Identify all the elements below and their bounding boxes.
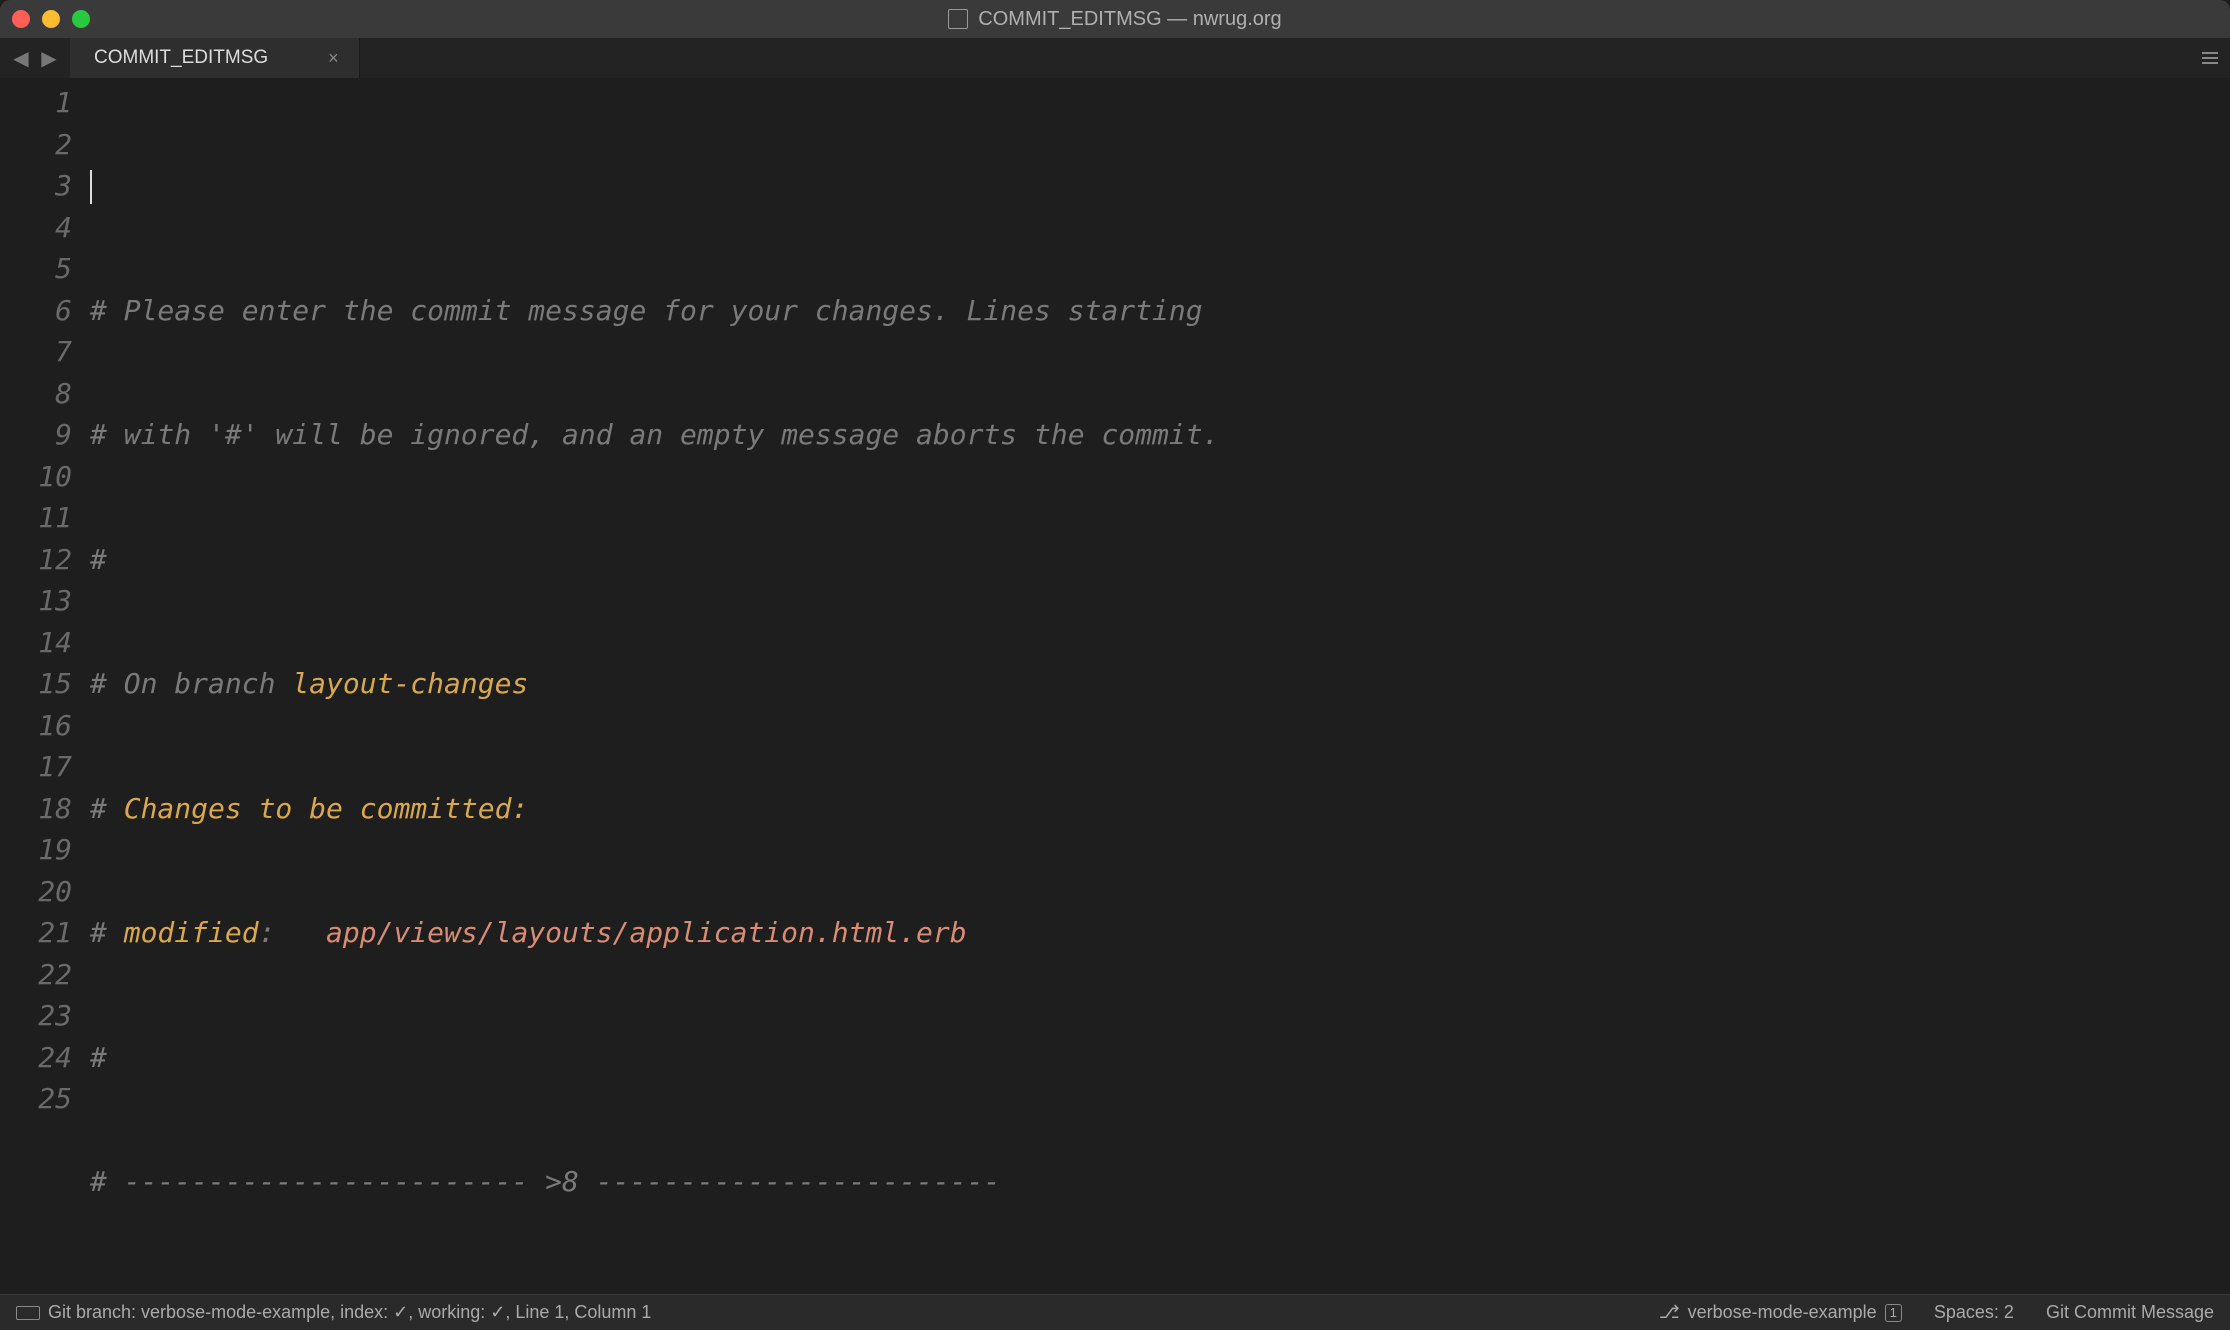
line-number: 22: [0, 954, 72, 996]
window-title-text: COMMIT_EDITMSG — nwrug.org: [978, 8, 1281, 31]
line-number: 19: [0, 829, 72, 871]
status-branch[interactable]: ⎇ verbose-mode-example 1: [1659, 1302, 1902, 1323]
line-number: 15: [0, 663, 72, 705]
window-title: COMMIT_EDITMSG — nwrug.org: [0, 8, 2230, 31]
line-number: 9: [0, 414, 72, 456]
tab-navigation: ◀ ▶: [0, 38, 70, 78]
tab-label: COMMIT_EDITMSG: [94, 47, 268, 69]
status-left: Git branch: verbose-mode-example, index:…: [16, 1302, 1659, 1323]
status-syntax[interactable]: Git Commit Message: [2046, 1302, 2214, 1323]
line-number: 18: [0, 788, 72, 830]
hamburger-icon: [2202, 52, 2218, 64]
line-number: 8: [0, 373, 72, 415]
minimize-button[interactable]: [42, 10, 60, 28]
line-number: 14: [0, 622, 72, 664]
panel-icon[interactable]: [16, 1306, 40, 1320]
line-number: 11: [0, 497, 72, 539]
code-line: # ------------------------ >8 ----------…: [90, 1161, 2230, 1203]
code-line: #: [90, 539, 2230, 581]
tab-menu-button[interactable]: [2190, 38, 2230, 78]
code-line: [90, 165, 2230, 207]
status-bar: Git branch: verbose-mode-example, index:…: [0, 1294, 2230, 1330]
line-number: 21: [0, 912, 72, 954]
line-number: 16: [0, 705, 72, 747]
window-titlebar: COMMIT_EDITMSG — nwrug.org: [0, 0, 2230, 38]
line-number: 20: [0, 871, 72, 913]
tab-commit-editmsg[interactable]: COMMIT_EDITMSG ×: [70, 38, 360, 78]
code-line: # Please enter the commit message for yo…: [90, 290, 2230, 332]
status-git-info[interactable]: Git branch: verbose-mode-example, index:…: [48, 1302, 651, 1323]
text-cursor: [90, 170, 92, 204]
line-number: 12: [0, 539, 72, 581]
line-gutter: 1 2 3 4 5 6 7 8 9 10 11 12 13 14 15 16 1…: [0, 78, 90, 1294]
line-number: 2: [0, 124, 72, 166]
line-number: 5: [0, 248, 72, 290]
code-area[interactable]: # Please enter the commit message for yo…: [90, 78, 2230, 1294]
line-number: 10: [0, 456, 72, 498]
line-number: 4: [0, 207, 72, 249]
tab-bar: ◀ ▶ COMMIT_EDITMSG ×: [0, 38, 2230, 78]
maximize-button[interactable]: [72, 10, 90, 28]
line-number: 6: [0, 290, 72, 332]
code-line: # with '#' will be ignored, and an empty…: [90, 414, 2230, 456]
editor[interactable]: 1 2 3 4 5 6 7 8 9 10 11 12 13 14 15 16 1…: [0, 78, 2230, 1294]
status-right: ⎇ verbose-mode-example 1 Spaces: 2 Git C…: [1659, 1302, 2214, 1323]
code-line: # On branch layout-changes: [90, 663, 2230, 705]
line-number: 13: [0, 580, 72, 622]
code-line: #: [90, 1037, 2230, 1079]
code-line: # modified: app/views/layouts/applicatio…: [90, 912, 2230, 954]
line-number: 25: [0, 1078, 72, 1120]
status-branch-name: verbose-mode-example: [1688, 1302, 1877, 1323]
document-icon: [948, 9, 968, 29]
status-branch-count: 1: [1885, 1304, 1902, 1322]
git-branch-icon: ⎇: [1659, 1302, 1680, 1323]
nav-forward-button[interactable]: ▶: [36, 45, 62, 71]
tabs-container: COMMIT_EDITMSG ×: [70, 38, 2190, 78]
line-number: 24: [0, 1037, 72, 1079]
close-icon[interactable]: ×: [328, 48, 339, 69]
code-line: # Changes to be committed:: [90, 788, 2230, 830]
line-number: 7: [0, 331, 72, 373]
status-spaces[interactable]: Spaces: 2: [1934, 1302, 2014, 1323]
line-number: 1: [0, 82, 72, 124]
traffic-lights: [12, 10, 90, 28]
line-number: 3: [0, 165, 72, 207]
line-number: 23: [0, 995, 72, 1037]
nav-back-button[interactable]: ◀: [8, 45, 34, 71]
line-number: 17: [0, 746, 72, 788]
code-line: # Do not modify or remove the line above…: [90, 1286, 2230, 1295]
close-button[interactable]: [12, 10, 30, 28]
